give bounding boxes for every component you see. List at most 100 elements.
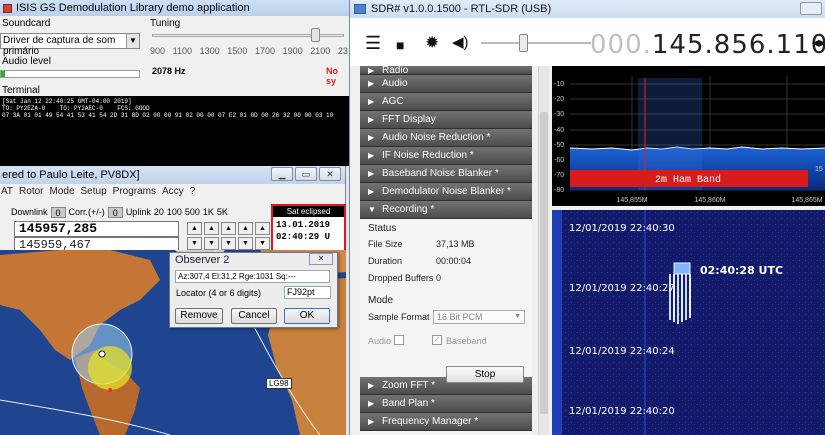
isis-titlebar[interactable]: ISIS GS Demodulation Library demo applic… (0, 0, 349, 16)
isis-window: ISIS GS Demodulation Library demo applic… (0, 0, 350, 166)
tuning-label: Tuning (150, 18, 181, 29)
minimize-button[interactable] (800, 2, 822, 15)
menubar: AT Rotor Mode Setup Programs Accy ? (0, 184, 345, 198)
menu-item[interactable]: Rotor (19, 186, 43, 197)
observer-dialog: Observer 2 ✕ Az:307,4 El:31,2 Rge:1031 S… (169, 252, 338, 328)
accordion-audio-noise-reduction[interactable]: ▶ Audio Noise Reduction * (360, 129, 532, 147)
chevron-down-icon[interactable]: ▼ (126, 34, 139, 48)
audio-level-fill (1, 71, 5, 77)
minimize-button[interactable]: ▁ (271, 167, 293, 181)
downlink-offset[interactable]: 0 (50, 206, 66, 218)
y-tick: -60 (554, 157, 564, 164)
observer-dialog-title[interactable]: Observer 2 ✕ (170, 253, 337, 268)
dropped-buffers-value: 0 (436, 273, 442, 283)
sdr-window-title: SDR# v1.0.0.1500 - RTL-SDR (USB) (371, 3, 552, 15)
world-map[interactable]: LG98 Observer 2 ✕ Az:307,4 El:31,2 Rge:1… (0, 250, 346, 435)
offset-toolbar: Downlink 0 Corr.(+/-) 0 Uplink 20 100 50… (0, 205, 228, 219)
step-option[interactable]: 1K (203, 207, 214, 217)
remove-button[interactable]: Remove (175, 308, 223, 324)
corr-offset[interactable]: 0 (107, 206, 123, 218)
step-up-button[interactable]: ▲ (187, 222, 202, 235)
band-plan-label: 2m Ham Band (655, 174, 721, 186)
audio-checkbox[interactable] (394, 335, 404, 345)
accordion-audio[interactable]: ▶ Audio (360, 75, 532, 93)
scrollbar-thumb[interactable] (540, 112, 548, 414)
step-option[interactable]: 20 (154, 207, 164, 217)
accordion-demodulator-noise-blanker[interactable]: ▶ Demodulator Noise Blanker * (360, 183, 532, 201)
accordion-agc[interactable]: ▶ AGC (360, 93, 532, 111)
tracking-window-title: ered to Paulo Leite, PV8DX] (2, 169, 140, 181)
step-option[interactable]: 5K (217, 207, 228, 217)
step-up-button[interactable]: ▲ (255, 222, 270, 235)
accordion-band-plan[interactable]: ▶ Band Plan * (360, 395, 532, 413)
close-button[interactable]: ✕ (319, 167, 341, 181)
frequency-digits[interactable]: 145.856.110 (652, 30, 825, 60)
terminal-line: [Sat Jan 12 22:40:25 GMT-04:00 2019] (2, 98, 132, 105)
accordion-label: Demodulator Noise Blanker * (382, 185, 511, 197)
step-down-button[interactable]: ▼ (204, 237, 219, 250)
menu-item[interactable]: ? (190, 186, 196, 197)
frequency-step-arrows[interactable]: ◂▸ (812, 34, 825, 51)
volume-icon[interactable]: ◀) (452, 35, 469, 51)
step-up-button[interactable]: ▲ (221, 222, 236, 235)
volume-slider-track[interactable] (481, 42, 591, 44)
accordion-label: Audio Noise Reduction * (382, 131, 491, 143)
tracking-titlebar[interactable]: ered to Paulo Leite, PV8DX] ▁ ▭ ✕ (0, 166, 345, 184)
status-heading: Status (368, 223, 397, 234)
spectrum-graphic: 2m Ham Band -10 -20 -30 -40 -50 -60 -70 … (554, 76, 825, 204)
y-tick: -20 (554, 96, 564, 103)
accordion-if-noise-reduction[interactable]: ▶ IF Noise Reduction * (360, 147, 532, 165)
accordion-label: IF Noise Reduction * (382, 149, 474, 161)
chevron-right-icon: ▶ (368, 78, 375, 88)
stop-icon[interactable]: ■ (396, 37, 404, 53)
waterfall-display[interactable]: 12/01/2019 22:40:30 12/01/2019 22:40:27 … (552, 210, 825, 435)
step-up-button[interactable]: ▲ (204, 222, 219, 235)
menu-item[interactable]: Accy (162, 186, 184, 197)
chevron-right-icon: ▶ (368, 150, 375, 160)
settings-panel: ▶ Radio ▶ Audio ▶ AGC ▶ FFT Display ▶ Audio N… (360, 66, 532, 435)
accordion-fft-display[interactable]: ▶ FFT Display (360, 111, 532, 129)
menu-icon[interactable]: ☰ (365, 34, 381, 52)
satellite-marker[interactable] (98, 350, 106, 358)
uplink-label: Uplink (125, 207, 151, 217)
maximize-button[interactable]: ▭ (295, 167, 317, 181)
cancel-button[interactable]: Cancel (231, 308, 277, 324)
step-down-button[interactable]: ▼ (238, 237, 253, 250)
menu-item[interactable]: Mode (50, 186, 75, 197)
step-up-button[interactable]: ▲ (238, 222, 253, 235)
sample-format-value: 16 Bit PCM (437, 312, 483, 322)
observer-marker[interactable] (108, 388, 112, 392)
accordion-baseband-noise-blanker[interactable]: ▶ Baseband Noise Blanker * (360, 165, 532, 183)
locator-input[interactable]: FJ92pt (284, 286, 331, 299)
accordion-recording[interactable]: ▼ Recording * (360, 201, 532, 219)
volume-slider-thumb[interactable] (519, 34, 528, 52)
menu-item[interactable]: Programs (113, 186, 156, 197)
stop-recording-button[interactable]: Stop (446, 366, 524, 383)
soundcard-select[interactable]: Driver de captura de som primário (0, 33, 140, 57)
chevron-right-icon: ▶ (368, 398, 375, 408)
sdr-titlebar[interactable]: SDR# v1.0.0.1500 - RTL-SDR (USB) (350, 0, 825, 18)
accordion-frequency-manager[interactable]: ▶ Frequency Manager * (360, 413, 532, 431)
satellite-status: Sat eclipsed (273, 206, 344, 217)
terminal-output[interactable]: [Sat Jan 12 22:40:25 GMT-04:00 2019] TO: … (0, 96, 350, 166)
ok-button[interactable]: OK (284, 308, 330, 324)
sample-format-select[interactable]: 16 Bit PCM ▼ (433, 310, 525, 324)
y-tick: -40 (554, 127, 564, 134)
spectrum-analyzer[interactable]: 2m Ham Band -10 -20 -30 -40 -50 -60 -70 … (552, 66, 825, 206)
panel-scrollbar[interactable] (538, 66, 549, 435)
step-down-button[interactable]: ▼ (221, 237, 236, 250)
gear-icon[interactable]: ✹ (425, 34, 439, 51)
step-option[interactable]: 100 (167, 207, 182, 217)
window-controls: ▁ ▭ ✕ (271, 167, 341, 181)
frequency-display[interactable]: 000.145.856.110 (590, 30, 825, 60)
menu-item[interactable]: Setup (81, 186, 107, 197)
observer-position-info: Az:307,4 El:31,2 Rge:1031 Sq:--- (175, 270, 330, 283)
menu-item[interactable]: AT (1, 186, 13, 197)
step-down-button[interactable]: ▼ (255, 237, 270, 250)
step-down-button[interactable]: ▼ (187, 237, 202, 250)
baseband-checkbox[interactable]: ✓ (432, 335, 442, 345)
step-option[interactable]: 500 (185, 207, 200, 217)
close-icon[interactable]: ✕ (309, 253, 333, 265)
tuning-slider-thumb[interactable] (311, 28, 320, 42)
downlink-frequency[interactable]: 145957,285 (14, 221, 179, 237)
